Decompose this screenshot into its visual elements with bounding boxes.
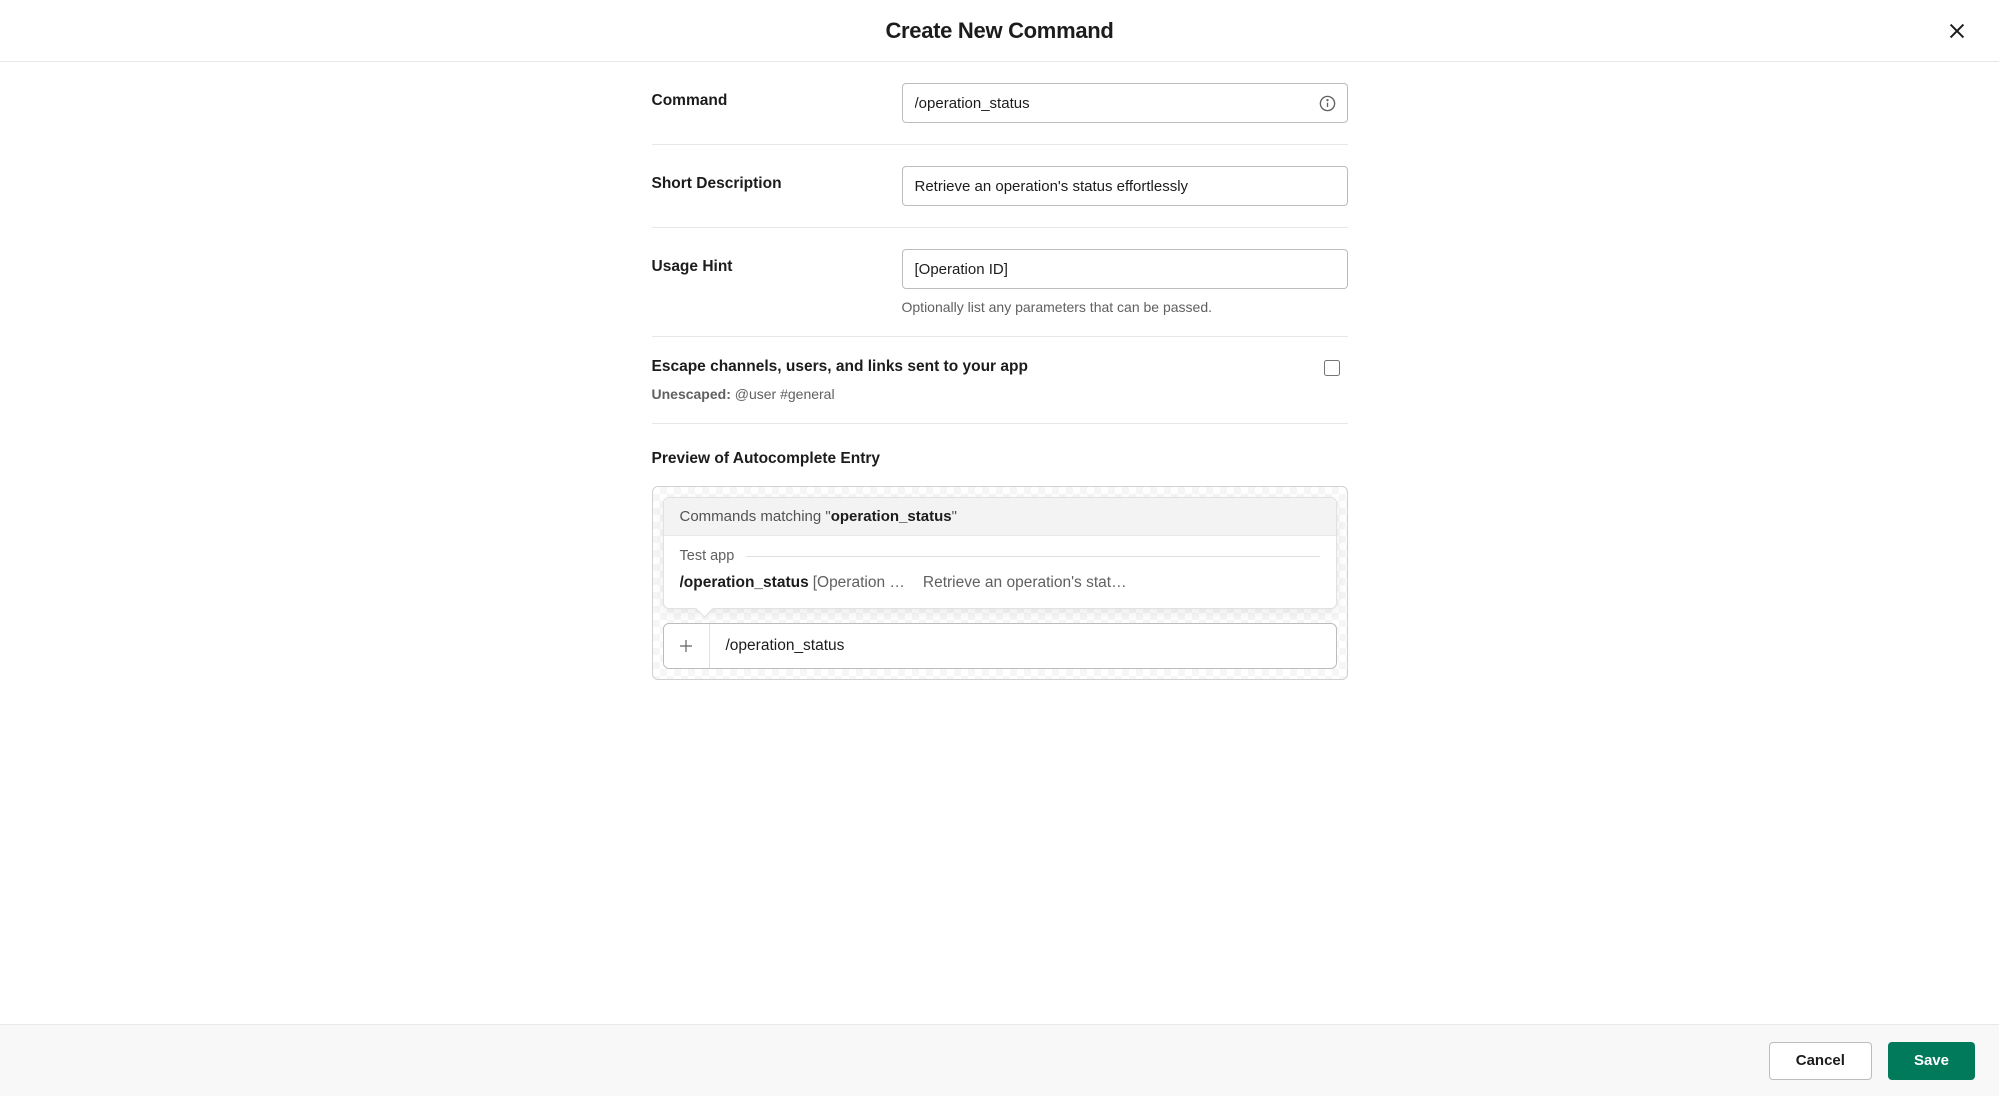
usage-hint-input[interactable]	[902, 249, 1348, 289]
message-input-preview: /operation_status	[663, 623, 1337, 669]
save-button[interactable]: Save	[1888, 1042, 1975, 1080]
matching-term: operation_status	[831, 508, 952, 525]
short-description-row: Short Description	[652, 145, 1348, 228]
command-row: Command	[652, 62, 1348, 145]
preview-title: Preview of Autocomplete Entry	[652, 450, 1348, 468]
message-text: /operation_status	[710, 624, 1336, 668]
usage-hint-row: Usage Hint Optionally list any parameter…	[652, 228, 1348, 337]
matching-suffix: "	[952, 508, 957, 525]
escape-checkbox[interactable]	[1324, 360, 1340, 376]
popover-body: Test app /operation_status[Operation … R…	[664, 536, 1336, 608]
matching-prefix: Commands matching "	[680, 508, 831, 525]
usage-hint-helper: Optionally list any parameters that can …	[902, 299, 1348, 315]
cancel-button[interactable]: Cancel	[1769, 1042, 1872, 1080]
form-content: Command Short Description Usage Hint	[652, 62, 1348, 720]
app-name: Test app	[680, 548, 735, 564]
cmd-name: /operation_status	[680, 574, 809, 591]
autocomplete-entry: /operation_status[Operation … Retrieve a…	[680, 574, 1320, 592]
modal-title: Create New Command	[885, 18, 1113, 44]
preview-section: Preview of Autocomplete Entry Commands m…	[652, 424, 1348, 680]
autocomplete-popover: Commands matching "operation_status" Tes…	[663, 497, 1337, 609]
popover-header: Commands matching "operation_status"	[664, 498, 1336, 536]
escape-sub-example: @user #general	[731, 386, 835, 402]
cmd-desc: Retrieve an operation's stat…	[923, 574, 1320, 592]
plus-button[interactable]	[664, 624, 710, 668]
command-input[interactable]	[902, 83, 1348, 123]
usage-hint-label: Usage Hint	[652, 249, 902, 276]
modal-header: Create New Command	[0, 0, 1999, 62]
close-button[interactable]	[1941, 15, 1973, 47]
app-divider: Test app	[680, 548, 1320, 564]
escape-sub-prefix: Unescaped:	[652, 386, 731, 402]
info-icon[interactable]	[1318, 93, 1338, 113]
escape-label: Escape channels, users, and links sent t…	[652, 358, 1324, 376]
modal-footer: Cancel Save	[0, 1024, 1999, 1096]
plus-icon	[677, 637, 695, 655]
escape-subtext: Unescaped: @user #general	[652, 386, 1324, 402]
escape-row: Escape channels, users, and links sent t…	[652, 337, 1348, 424]
preview-box: Commands matching "operation_status" Tes…	[652, 486, 1348, 680]
close-icon	[1946, 20, 1968, 42]
divider-line	[746, 556, 1319, 557]
short-description-input[interactable]	[902, 166, 1348, 206]
command-label: Command	[652, 83, 902, 110]
cmd-hint: [Operation …	[813, 574, 905, 591]
short-description-label: Short Description	[652, 166, 902, 193]
